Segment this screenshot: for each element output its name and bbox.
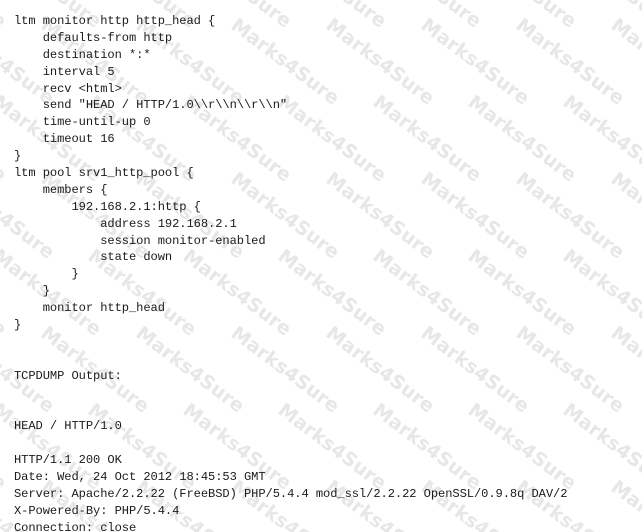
code-line: } (14, 318, 22, 333)
code-line: Server: Apache/2.2.22 (FreeBSD) PHP/5.4.… (14, 486, 568, 501)
code-line: Date: Wed, 24 Oct 2012 18:45:53 GMT (14, 470, 266, 485)
code-line: timeout 16 (14, 132, 115, 147)
code-line: } (14, 267, 79, 282)
code-line: session monitor-enabled (14, 233, 266, 248)
code-line: ltm pool srv1_http_pool { (14, 166, 194, 181)
code-line: send "HEAD / HTTP/1.0\\r\\n\\r\\n" (14, 98, 288, 113)
code-line: 192.168.2.1:http { (14, 199, 201, 214)
code-line: } (14, 284, 50, 299)
code-line: recv <html> (14, 81, 122, 96)
screenshot-root: Marks4Sure Marks4Sure Marks4Sure Marks4Sure… (0, 0, 642, 532)
code-line: HEAD / HTTP/1.0 (14, 419, 122, 434)
code-line: time-until-up 0 (14, 115, 151, 130)
code-text-layer: ltm monitor http http_head { defaults-fr… (0, 0, 642, 532)
code-line: TCPDUMP Output: (14, 368, 122, 383)
code-line: ltm monitor http http_head { (14, 14, 216, 28)
code-line: monitor http_head (14, 301, 165, 316)
code-line: HTTP/1.1 200 OK (14, 453, 122, 468)
code-line: } (14, 149, 22, 164)
code-line: address 192.168.2.1 (14, 216, 237, 231)
code-line: state down (14, 250, 173, 265)
config-and-tcpdump-text: ltm monitor http http_head { defaults-fr… (14, 13, 568, 532)
code-line: defaults-from http (14, 30, 173, 45)
code-line: X-Powered-By: PHP/5.4.4 (14, 503, 180, 518)
code-line: Connection: close (14, 520, 137, 532)
code-line: interval 5 (14, 64, 115, 79)
code-line: destination *:* (14, 47, 151, 62)
code-line: members { (14, 182, 108, 197)
